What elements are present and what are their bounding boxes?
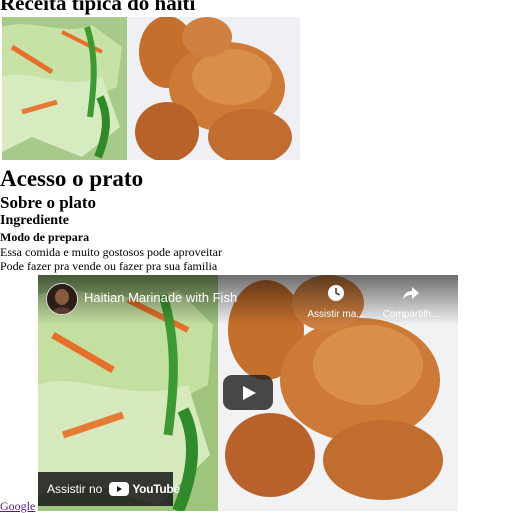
youtube-logo-icon <box>109 482 130 496</box>
play-button[interactable] <box>223 375 273 410</box>
food-photo-image <box>2 17 300 160</box>
paragraph-description: Essa comida e muito gostosos pode aprove… <box>0 245 222 259</box>
page-title: Receita típica do haiti <box>0 0 196 15</box>
play-icon <box>243 386 256 400</box>
share-button[interactable]: Compartilh... <box>376 284 446 320</box>
watch-later-label: Assistir ma... <box>307 309 365 320</box>
share-label: Compartilh... <box>382 309 440 320</box>
video-title[interactable]: Haitian Marinade with Fish <box>84 290 237 305</box>
heading-preparation: Modo de prepara <box>0 230 90 244</box>
watch-on-youtube-button[interactable]: Assistir no YouTube <box>38 472 180 506</box>
heading-about-dish: Sobre o plato <box>0 193 97 212</box>
heading-access-dish: Acesso o prato <box>0 166 144 191</box>
food-photo <box>2 17 300 160</box>
heading-ingredients: Ingrediente <box>0 213 69 228</box>
clock-icon <box>328 285 344 301</box>
watch-later-button[interactable]: Assistir ma... <box>301 284 371 320</box>
google-link[interactable]: Google <box>0 500 35 512</box>
paragraph-usage: Pode fazer pra vende ou fazer pra sua fa… <box>0 259 218 273</box>
watch-on-label: Assistir no <box>47 482 103 496</box>
share-arrow-icon <box>403 287 419 300</box>
youtube-embed[interactable]: Haitian Marinade with Fish Assistir ma..… <box>38 275 458 511</box>
youtube-wordmark: YouTube <box>132 482 180 496</box>
channel-avatar[interactable] <box>46 283 78 315</box>
avatar-image <box>47 284 77 314</box>
youtube-logo: YouTube <box>109 482 180 496</box>
